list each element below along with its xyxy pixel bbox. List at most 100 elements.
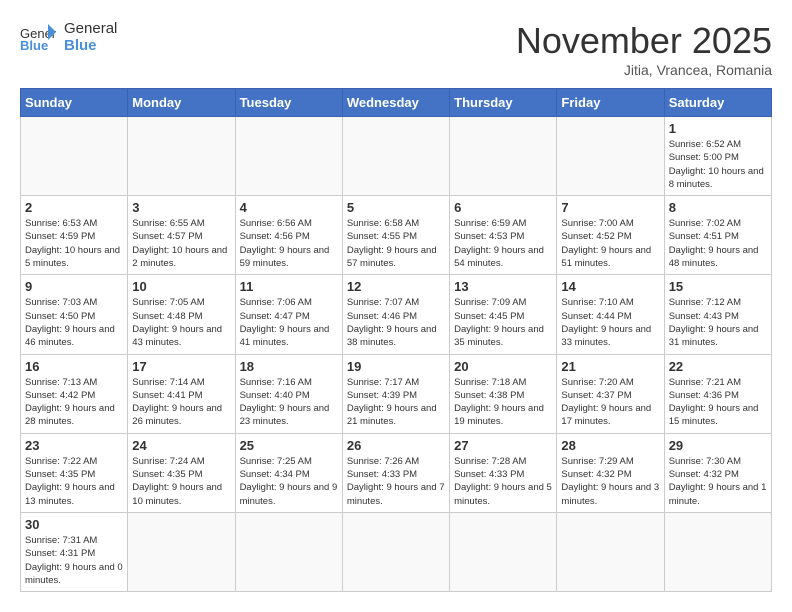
calendar-day: 6 Sunrise: 6:59 AM Sunset: 4:53 PM Daylig…: [450, 196, 557, 275]
day-number: 13: [454, 279, 552, 294]
weekday-header-tuesday: Tuesday: [235, 89, 342, 117]
day-info: Sunrise: 7:09 AM Sunset: 4:45 PM Dayligh…: [454, 296, 552, 349]
day-number: 5: [347, 200, 445, 215]
day-number: 6: [454, 200, 552, 215]
day-number: 10: [132, 279, 230, 294]
day-number: 7: [561, 200, 659, 215]
day-info: Sunrise: 7:31 AM Sunset: 4:31 PM Dayligh…: [25, 534, 123, 587]
calendar-day: 30 Sunrise: 7:31 AM Sunset: 4:31 PM Dayli…: [21, 512, 128, 591]
calendar-day: 8 Sunrise: 7:02 AM Sunset: 4:51 PM Daylig…: [664, 196, 771, 275]
day-number: 19: [347, 359, 445, 374]
weekday-header-friday: Friday: [557, 89, 664, 117]
day-number: 22: [669, 359, 767, 374]
calendar-day: 13 Sunrise: 7:09 AM Sunset: 4:45 PM Dayli…: [450, 275, 557, 354]
logo-icon: General Blue: [20, 22, 56, 52]
day-number: 3: [132, 200, 230, 215]
calendar-day: [450, 117, 557, 196]
day-info: Sunrise: 7:26 AM Sunset: 4:33 PM Dayligh…: [347, 455, 445, 508]
calendar-day: [235, 117, 342, 196]
page-header: General Blue General Blue November 2025 …: [20, 20, 772, 78]
calendar-day: 2 Sunrise: 6:53 AM Sunset: 4:59 PM Daylig…: [21, 196, 128, 275]
calendar-day: 29 Sunrise: 7:30 AM Sunset: 4:32 PM Dayli…: [664, 433, 771, 512]
calendar-week-1: 1Sunrise: 6:52 AM Sunset: 5:00 PM Daylig…: [21, 117, 772, 196]
calendar-day: 14Sunrise: 7:10 AM Sunset: 4:44 PM Dayli…: [557, 275, 664, 354]
day-info: Sunrise: 7:20 AM Sunset: 4:37 PM Dayligh…: [561, 376, 659, 429]
day-info: Sunrise: 6:55 AM Sunset: 4:57 PM Dayligh…: [132, 217, 230, 270]
day-number: 27: [454, 438, 552, 453]
calendar-day: 23 Sunrise: 7:22 AM Sunset: 4:35 PM Dayli…: [21, 433, 128, 512]
day-info: Sunrise: 6:52 AM Sunset: 5:00 PM Dayligh…: [669, 138, 767, 191]
day-info: Sunrise: 7:22 AM Sunset: 4:35 PM Dayligh…: [25, 455, 123, 508]
calendar-day: 28 Sunrise: 7:29 AM Sunset: 4:32 PM Dayli…: [557, 433, 664, 512]
calendar-day: 19Sunrise: 7:17 AM Sunset: 4:39 PM Dayli…: [342, 354, 449, 433]
day-number: 18: [240, 359, 338, 374]
calendar-day: [235, 512, 342, 591]
day-number: 8: [669, 200, 767, 215]
svg-text:Blue: Blue: [20, 38, 48, 52]
calendar-day: 20 Sunrise: 7:18 AM Sunset: 4:38 PM Dayli…: [450, 354, 557, 433]
day-number: 4: [240, 200, 338, 215]
day-number: 26: [347, 438, 445, 453]
day-info: Sunrise: 6:58 AM Sunset: 4:55 PM Dayligh…: [347, 217, 445, 270]
month-title: November 2025: [516, 20, 772, 62]
day-number: 12: [347, 279, 445, 294]
calendar-day: 24 Sunrise: 7:24 AM Sunset: 4:35 PM Dayli…: [128, 433, 235, 512]
calendar-day: 7Sunrise: 7:00 AM Sunset: 4:52 PM Daylig…: [557, 196, 664, 275]
calendar-table: SundayMondayTuesdayWednesdayThursdayFrid…: [20, 88, 772, 592]
calendar-day: [128, 512, 235, 591]
day-number: 21: [561, 359, 659, 374]
logo: General Blue General Blue: [20, 20, 117, 54]
calendar-day: 3 Sunrise: 6:55 AM Sunset: 4:57 PM Daylig…: [128, 196, 235, 275]
weekday-header-sunday: Sunday: [21, 89, 128, 117]
day-number: 20: [454, 359, 552, 374]
calendar-week-3: 9Sunrise: 7:03 AM Sunset: 4:50 PM Daylig…: [21, 275, 772, 354]
weekday-header-thursday: Thursday: [450, 89, 557, 117]
weekday-header-row: SundayMondayTuesdayWednesdayThursdayFrid…: [21, 89, 772, 117]
day-info: Sunrise: 6:59 AM Sunset: 4:53 PM Dayligh…: [454, 217, 552, 270]
day-number: 11: [240, 279, 338, 294]
day-info: Sunrise: 7:29 AM Sunset: 4:32 PM Dayligh…: [561, 455, 659, 508]
calendar-day: 16Sunrise: 7:13 AM Sunset: 4:42 PM Dayli…: [21, 354, 128, 433]
calendar-day: 10 Sunrise: 7:05 AM Sunset: 4:48 PM Dayli…: [128, 275, 235, 354]
day-number: 9: [25, 279, 123, 294]
day-info: Sunrise: 7:16 AM Sunset: 4:40 PM Dayligh…: [240, 376, 338, 429]
calendar-day: 4 Sunrise: 6:56 AM Sunset: 4:56 PM Daylig…: [235, 196, 342, 275]
location: Jitia, Vrancea, Romania: [516, 62, 772, 78]
calendar-day: 5 Sunrise: 6:58 AM Sunset: 4:55 PM Daylig…: [342, 196, 449, 275]
day-number: 2: [25, 200, 123, 215]
day-number: 28: [561, 438, 659, 453]
calendar-day: [450, 512, 557, 591]
day-number: 15: [669, 279, 767, 294]
day-info: Sunrise: 7:02 AM Sunset: 4:51 PM Dayligh…: [669, 217, 767, 270]
calendar-day: 9Sunrise: 7:03 AM Sunset: 4:50 PM Daylig…: [21, 275, 128, 354]
calendar-day: [128, 117, 235, 196]
day-info: Sunrise: 7:05 AM Sunset: 4:48 PM Dayligh…: [132, 296, 230, 349]
day-info: Sunrise: 7:30 AM Sunset: 4:32 PM Dayligh…: [669, 455, 767, 508]
calendar-day: 11 Sunrise: 7:06 AM Sunset: 4:47 PM Dayli…: [235, 275, 342, 354]
calendar-week-4: 16Sunrise: 7:13 AM Sunset: 4:42 PM Dayli…: [21, 354, 772, 433]
day-number: 24: [132, 438, 230, 453]
day-info: Sunrise: 7:07 AM Sunset: 4:46 PM Dayligh…: [347, 296, 445, 349]
day-info: Sunrise: 7:18 AM Sunset: 4:38 PM Dayligh…: [454, 376, 552, 429]
calendar-day: [21, 117, 128, 196]
calendar-week-5: 23 Sunrise: 7:22 AM Sunset: 4:35 PM Dayli…: [21, 433, 772, 512]
day-info: Sunrise: 6:56 AM Sunset: 4:56 PM Dayligh…: [240, 217, 338, 270]
day-info: Sunrise: 6:53 AM Sunset: 4:59 PM Dayligh…: [25, 217, 123, 270]
day-number: 23: [25, 438, 123, 453]
day-info: Sunrise: 7:06 AM Sunset: 4:47 PM Dayligh…: [240, 296, 338, 349]
day-number: 29: [669, 438, 767, 453]
day-info: Sunrise: 7:12 AM Sunset: 4:43 PM Dayligh…: [669, 296, 767, 349]
weekday-header-wednesday: Wednesday: [342, 89, 449, 117]
title-block: November 2025 Jitia, Vrancea, Romania: [516, 20, 772, 78]
day-info: Sunrise: 7:24 AM Sunset: 4:35 PM Dayligh…: [132, 455, 230, 508]
calendar-day: 26 Sunrise: 7:26 AM Sunset: 4:33 PM Dayli…: [342, 433, 449, 512]
day-number: 17: [132, 359, 230, 374]
calendar-day: 21 Sunrise: 7:20 AM Sunset: 4:37 PM Dayli…: [557, 354, 664, 433]
day-info: Sunrise: 7:21 AM Sunset: 4:36 PM Dayligh…: [669, 376, 767, 429]
calendar-week-2: 2 Sunrise: 6:53 AM Sunset: 4:59 PM Daylig…: [21, 196, 772, 275]
day-number: 16: [25, 359, 123, 374]
day-info: Sunrise: 7:10 AM Sunset: 4:44 PM Dayligh…: [561, 296, 659, 349]
calendar-day: 25Sunrise: 7:25 AM Sunset: 4:34 PM Dayli…: [235, 433, 342, 512]
day-number: 30: [25, 517, 123, 532]
calendar-day: [664, 512, 771, 591]
